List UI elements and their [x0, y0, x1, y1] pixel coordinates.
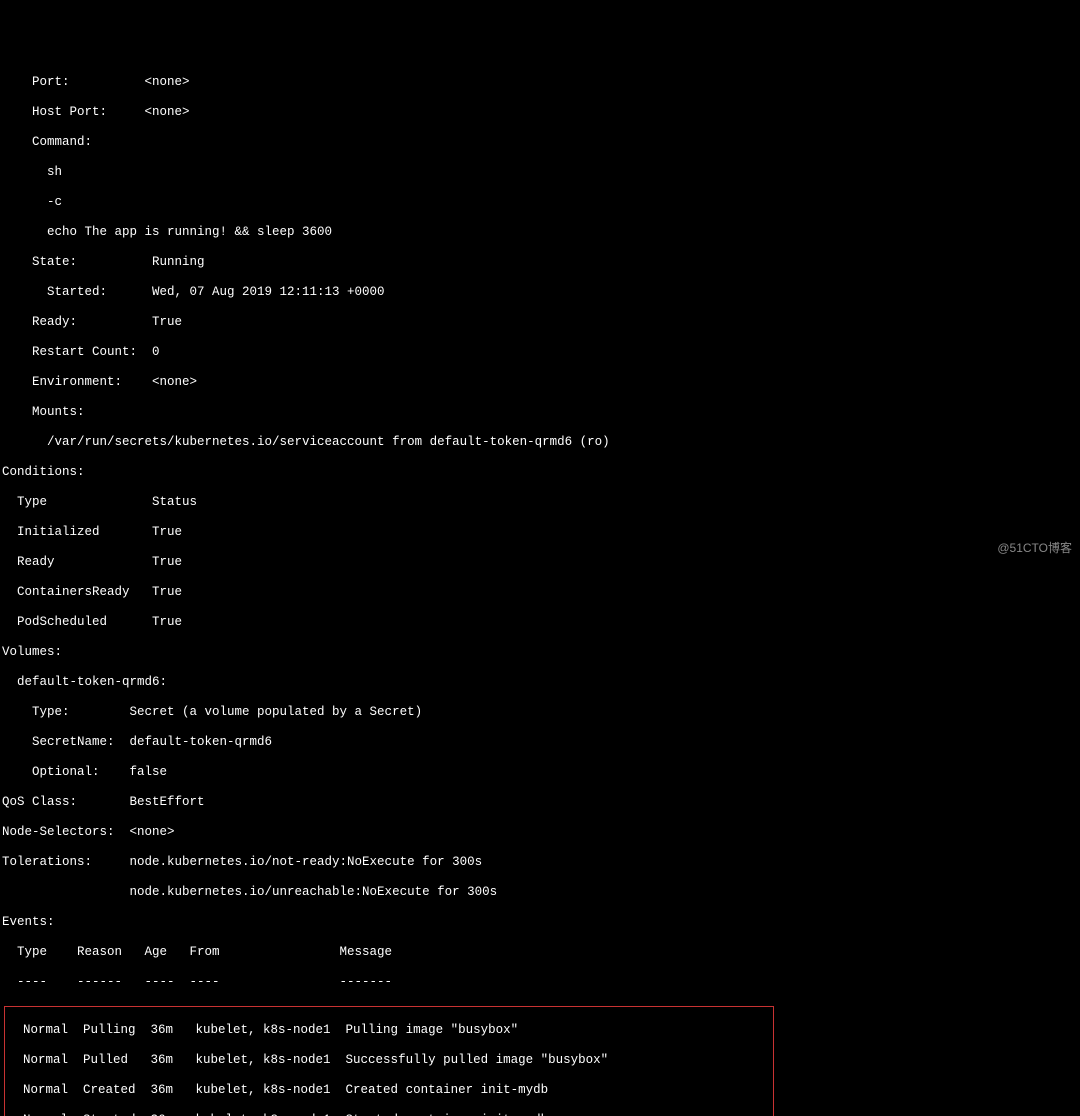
- line-events-divider: ---- ------ ---- ---- -------: [2, 975, 1078, 990]
- event-row: Normal Pulled 36m kubelet, k8s-node1 Suc…: [8, 1053, 770, 1068]
- line-mounts: Mounts:: [2, 405, 1078, 420]
- event-row: Normal Started 36m kubelet, k8s-node1 St…: [8, 1113, 770, 1116]
- line-restart-count: Restart Count: 0: [2, 345, 1078, 360]
- line-qos-class: QoS Class: BestEffort: [2, 795, 1078, 810]
- line-events-header: Type Reason Age From Message: [2, 945, 1078, 960]
- line-c: -c: [2, 195, 1078, 210]
- line-environment: Environment: <none>: [2, 375, 1078, 390]
- line-ready: Ready: True: [2, 315, 1078, 330]
- line-conditions: Conditions:: [2, 465, 1078, 480]
- line-containers-ready: ContainersReady True: [2, 585, 1078, 600]
- event-row: Normal Pulling 36m kubelet, k8s-node1 Pu…: [8, 1023, 770, 1038]
- line-optional: Optional: false: [2, 765, 1078, 780]
- line-default-token: default-token-qrmd6:: [2, 675, 1078, 690]
- line-host-port: Host Port: <none>: [2, 105, 1078, 120]
- line-state: State: Running: [2, 255, 1078, 270]
- watermark-text: @51CTO博客: [997, 541, 1072, 555]
- line-volumes: Volumes:: [2, 645, 1078, 660]
- events-highlight-box: Normal Pulling 36m kubelet, k8s-node1 Pu…: [4, 1006, 774, 1116]
- line-command: Command:: [2, 135, 1078, 150]
- line-vol-type: Type: Secret (a volume populated by a Se…: [2, 705, 1078, 720]
- terminal-output: Port: <none> Host Port: <none> Command: …: [2, 60, 1078, 1116]
- line-tolerations-1: Tolerations: node.kubernetes.io/not-read…: [2, 855, 1078, 870]
- line-initialized: Initialized True: [2, 525, 1078, 540]
- line-node-selectors: Node-Selectors: <none>: [2, 825, 1078, 840]
- line-events: Events:: [2, 915, 1078, 930]
- line-mount-path: /var/run/secrets/kubernetes.io/serviceac…: [2, 435, 1078, 450]
- line-secret-name: SecretName: default-token-qrmd6: [2, 735, 1078, 750]
- line-port: Port: <none>: [2, 75, 1078, 90]
- line-tolerations-2: node.kubernetes.io/unreachable:NoExecute…: [2, 885, 1078, 900]
- line-pod-scheduled: PodScheduled True: [2, 615, 1078, 630]
- line-conditions-header: Type Status: [2, 495, 1078, 510]
- line-sh: sh: [2, 165, 1078, 180]
- line-echo: echo The app is running! && sleep 3600: [2, 225, 1078, 240]
- line-started: Started: Wed, 07 Aug 2019 12:11:13 +0000: [2, 285, 1078, 300]
- event-row: Normal Created 36m kubelet, k8s-node1 Cr…: [8, 1083, 770, 1098]
- line-cond-ready: Ready True: [2, 555, 1078, 570]
